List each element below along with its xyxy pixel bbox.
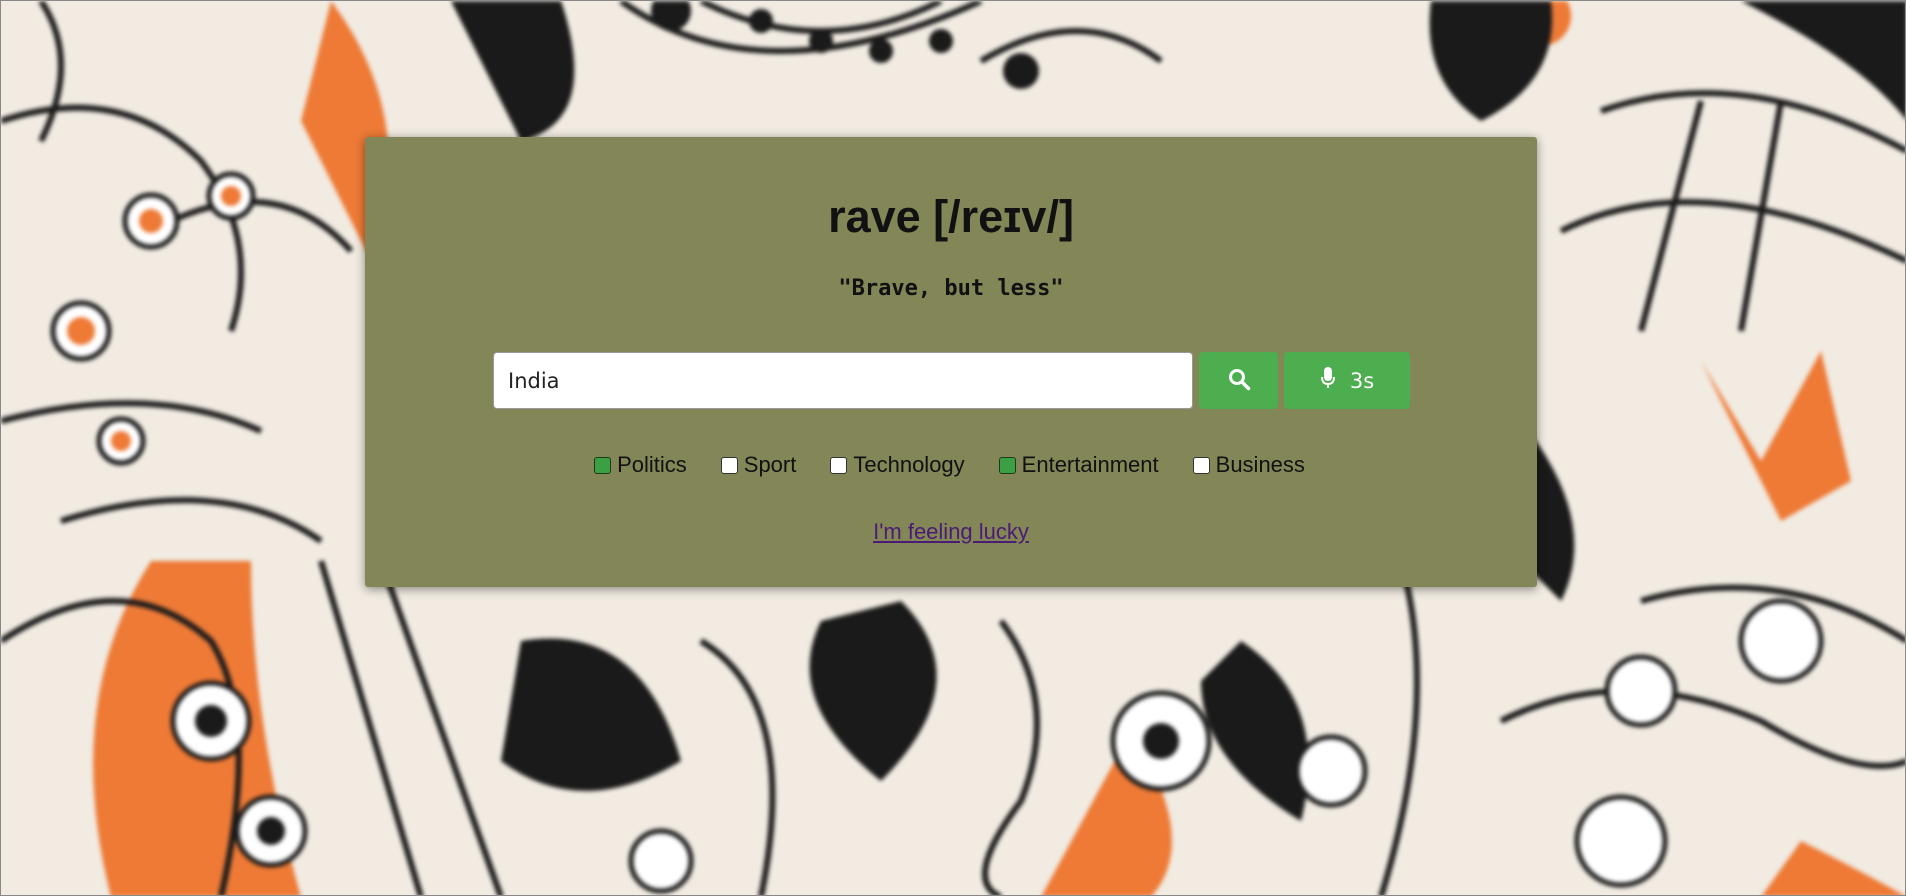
category-label: Business bbox=[1215, 452, 1305, 477]
search-icon bbox=[1227, 367, 1251, 394]
category-technology[interactable]: Technology bbox=[830, 452, 965, 478]
lucky-row: I'm feeling lucky bbox=[365, 519, 1537, 545]
main-panel: rave [/reɪv/] "Brave, but less" 3s bbox=[365, 137, 1537, 587]
checkbox-business[interactable] bbox=[1192, 456, 1210, 474]
category-label: Entertainment bbox=[1021, 452, 1159, 477]
category-sport[interactable]: Sport bbox=[720, 452, 797, 478]
search-bar: 3s bbox=[493, 352, 1410, 409]
voice-timer-label: 3s bbox=[1349, 368, 1375, 393]
search-input[interactable] bbox=[493, 352, 1193, 409]
tagline: "Brave, but less" bbox=[838, 276, 1064, 301]
category-politics[interactable]: Politics bbox=[594, 452, 687, 478]
category-entertainment[interactable]: Entertainment bbox=[998, 452, 1159, 478]
feeling-lucky-link[interactable]: I'm feeling lucky bbox=[873, 519, 1029, 544]
page-title: rave [/reɪv/] bbox=[828, 191, 1074, 242]
category-filters: Politics Sport Technology Entertainment … bbox=[365, 452, 1537, 478]
category-label: Politics bbox=[617, 452, 687, 477]
search-button[interactable] bbox=[1199, 352, 1278, 409]
checkbox-sport[interactable] bbox=[720, 456, 738, 474]
checkbox-technology[interactable] bbox=[830, 456, 848, 474]
voice-search-button[interactable]: 3s bbox=[1284, 352, 1410, 409]
category-label: Sport bbox=[743, 452, 797, 477]
category-business[interactable]: Business bbox=[1192, 452, 1305, 478]
checkbox-entertainment[interactable] bbox=[998, 456, 1016, 474]
category-label: Technology bbox=[853, 452, 965, 477]
microphone-icon bbox=[1320, 366, 1336, 395]
checkbox-politics[interactable] bbox=[594, 456, 612, 474]
